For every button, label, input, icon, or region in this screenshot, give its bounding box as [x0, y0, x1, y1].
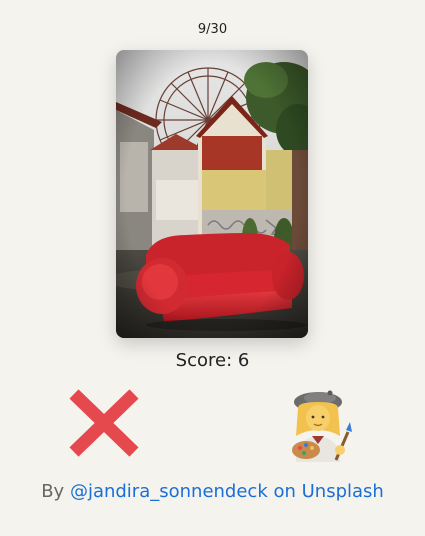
photo-card [116, 50, 308, 338]
artist-emoji-icon [292, 390, 352, 462]
photo-credit: By @jandira_sonnendeck on Unsplash [0, 481, 425, 502]
accept-button[interactable] [284, 388, 358, 462]
cross-mark-icon [69, 389, 139, 457]
quiz-page: 9/30 Score: 6 By @jandira_sonnendeck on … [0, 0, 425, 536]
progress-counter: 9/30 [197, 22, 228, 37]
reject-button[interactable] [64, 388, 144, 460]
credit-prefix: By [41, 481, 65, 502]
score-label: Score: 6 [175, 350, 250, 371]
credit-link[interactable]: @jandira_sonnendeck on Unsplash [70, 481, 384, 502]
sofa-photo [116, 50, 308, 338]
